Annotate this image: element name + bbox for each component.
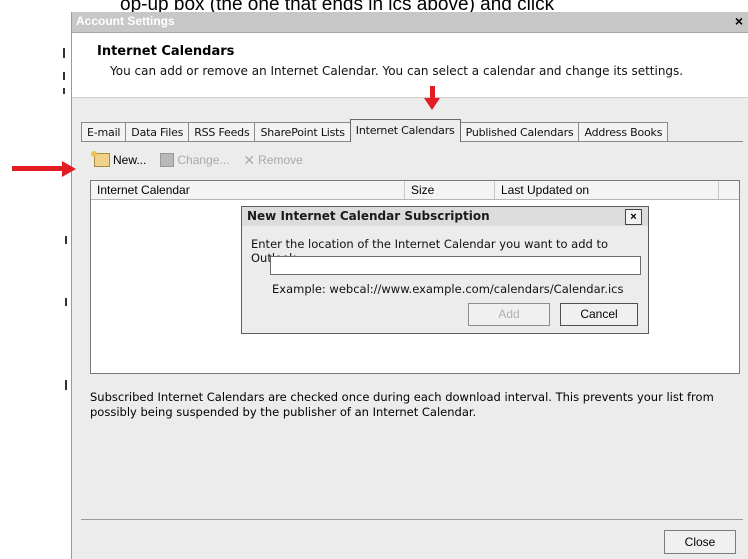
dialog-title: New Internet Calendar Subscription (247, 209, 490, 223)
crop-mark (65, 298, 67, 306)
settings-tab-strip: E-mail Data Files RSS Feeds SharePoint L… (81, 119, 669, 142)
new-button[interactable]: New... (91, 151, 147, 167)
crop-mark (65, 236, 67, 244)
tab-sharepoint-lists[interactable]: SharePoint Lists (254, 122, 351, 142)
calendar-toolbar: New... Change... ✕ Remove (91, 150, 303, 170)
info-text: Subscribed Internet Calendars are checke… (90, 390, 714, 419)
footer-divider (81, 519, 743, 520)
calendar-new-icon (91, 151, 110, 167)
remove-button[interactable]: ✕ Remove (243, 153, 302, 167)
section-title: Internet Calendars (97, 44, 235, 59)
crop-mark (63, 48, 65, 58)
tab-internet-calendars[interactable]: Internet Calendars (349, 119, 461, 142)
tab-data-files[interactable]: Data Files (125, 122, 190, 142)
header-panel: Internet Calendars You can add or remove… (72, 33, 748, 98)
crop-mark (63, 72, 65, 80)
window-titlebar: Account Settings × (72, 12, 748, 33)
section-description: You can add or remove an Internet Calend… (110, 64, 684, 78)
tab-published-calendars[interactable]: Published Calendars (459, 122, 580, 142)
annotation-arrow-right (12, 166, 64, 171)
annotation-arrow-right-head (62, 161, 76, 177)
change-button[interactable]: Change... (160, 153, 229, 167)
dialog-titlebar: New Internet Calendar Subscription × (242, 207, 648, 226)
close-button[interactable]: Close (664, 530, 736, 554)
calendar-url-input[interactable] (270, 256, 641, 275)
new-button-label: New... (113, 153, 147, 167)
remove-button-label: Remove (258, 153, 303, 167)
column-header-last-updated[interactable]: Last Updated on (495, 181, 719, 199)
dialog-example-text: Example: webcal://www.example.com/calend… (272, 282, 624, 296)
tab-address-books[interactable]: Address Books (578, 122, 669, 142)
window-close-icon[interactable]: × (731, 13, 747, 29)
column-header-internet-calendar[interactable]: Internet Calendar (91, 181, 405, 199)
dialog-close-icon[interactable]: × (625, 209, 642, 225)
list-header: Internet Calendar Size Last Updated on (91, 181, 739, 200)
change-button-label: Change... (177, 153, 230, 167)
cancel-button[interactable]: Cancel (560, 303, 638, 326)
tab-email[interactable]: E-mail (81, 122, 127, 142)
annotation-arrow-down-head (424, 98, 440, 110)
new-internet-calendar-dialog: New Internet Calendar Subscription × Ent… (241, 206, 649, 334)
window-title: Account Settings (76, 14, 175, 28)
add-button[interactable]: Add (468, 303, 550, 326)
crop-mark (65, 380, 67, 390)
remove-x-icon: ✕ (243, 152, 256, 168)
tab-rss-feeds[interactable]: RSS Feeds (188, 122, 256, 142)
column-header-size[interactable]: Size (405, 181, 495, 199)
calendar-change-icon (160, 153, 175, 167)
crop-mark (63, 88, 65, 94)
